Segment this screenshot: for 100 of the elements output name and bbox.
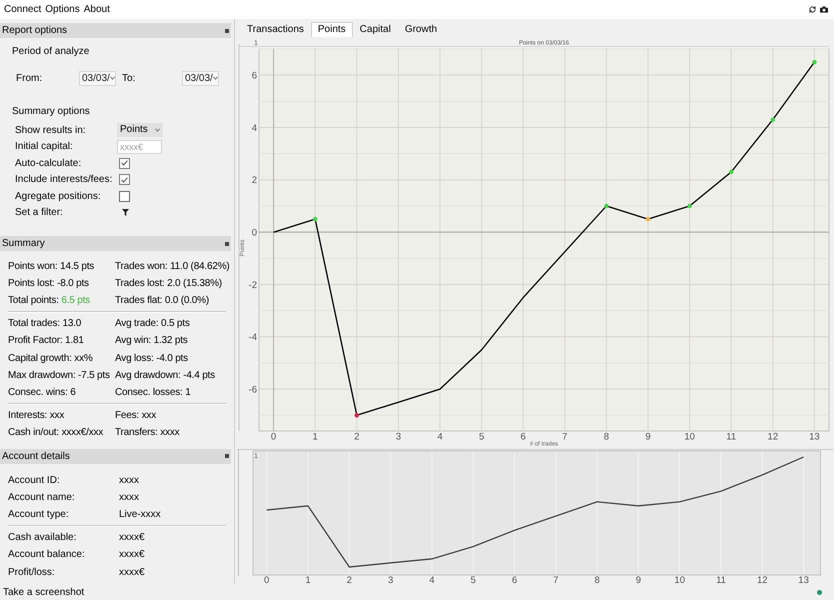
section-header[interactable]: Report options [0,23,231,38]
stat-text: Trades won: 11.0 (84.62%) [115,260,230,274]
stat-text: Consec. losses: 1 [115,386,191,400]
checkbox[interactable] [119,190,130,202]
camera-icon[interactable] [820,6,828,13]
x-tick-label: 12 [768,432,778,442]
x-tick-label: 10 [674,575,685,585]
y-tick-label: 2 [252,175,257,186]
option-label: Auto-calculate: [15,156,82,171]
stat-text: Avg win: 1.32 pts [115,334,188,348]
field-label: To: [122,72,136,86]
stat-text: Interests: xxx [8,408,64,423]
checkbox[interactable] [119,174,130,186]
x-tick-label: 0 [264,575,270,585]
menu-item[interactable]: Options [45,2,80,16]
section-title: Account details [2,450,70,464]
account-label: Account ID: [8,474,60,488]
option-label: Show results in: [15,124,86,138]
stat-text: Trades lost: 2.0 (15.38%) [115,277,222,292]
menu-item[interactable]: About [84,2,110,16]
caret-icon [110,76,115,80]
field-label: From: [16,72,42,86]
account-value: xxxx€ [119,530,145,545]
stat-text: Avg loss: -4.0 pts [115,352,188,366]
stat-text: Points lost: -8.0 pts [8,277,89,292]
stat-text: Profit Factor: 1.81 [8,334,84,348]
option-label: Initial capital: [15,140,73,154]
checkbox[interactable] [119,158,130,169]
x-tick-label: 2 [354,432,360,442]
checkmark-icon [121,176,128,183]
tab[interactable]: Growth [398,22,444,37]
tab[interactable]: Capital [352,22,398,37]
stat-text: Capital growth: xx% [8,352,93,366]
x-tick-label: 4 [437,432,443,442]
stat-text: Avg trade: 0.5 pts [115,316,190,331]
x-tick-label: 7 [562,432,568,442]
stat-text: Max drawdown: -7.5 pts [8,369,110,384]
x-tick-label: 0 [270,432,276,442]
account-label: Account type: [8,508,69,522]
x-tick-label: 8 [594,575,600,585]
date-field[interactable]: 03/03/ [182,70,219,86]
initial-capital-input[interactable]: xxxx€ [117,140,162,154]
checkmark-icon [121,160,128,166]
x-tick-label: 11 [726,432,736,442]
x-tick-label: 13 [809,432,820,442]
stat-text: Avg drawdown: -4.4 pts [115,369,215,384]
stat-text: Consec. wins: 6 [8,386,76,400]
x-tick-label: 13 [798,575,809,585]
option-label: Set a filter: [15,206,63,220]
tab[interactable]: Transactions [240,22,311,37]
date-field[interactable]: 03/03/ [79,70,116,86]
section-title: Summary [2,237,45,251]
account-value: xxxx [119,490,139,505]
section-header[interactable]: Account details [0,448,231,464]
y-tick-label: 6 [252,70,257,82]
account-value: xxxx [119,474,139,488]
caret-icon [212,76,218,80]
x-tick-label: 9 [636,575,642,585]
results-unit-dropdown[interactable]: Points [117,123,163,138]
stat-text: Fees: xxx [115,408,156,423]
status-message: Take a screenshot [3,586,84,600]
dock-icon[interactable] [225,454,229,458]
x-tick-label: 6 [512,575,518,585]
section-title: Report options [2,24,68,38]
dock-icon[interactable] [225,242,229,246]
x-tick-label: 8 [604,432,610,442]
y-tick-label: 4 [252,122,257,134]
account-label: Account name: [8,490,75,505]
account-label: Cash available: [8,530,76,545]
x-tick-label: 11 [716,575,726,585]
x-tick-label: 4 [429,575,435,585]
y-tick-label: 0 [252,228,257,239]
account-label: Profit/loss: [8,566,55,580]
filter-icon[interactable] [122,209,129,216]
group-heading: Summary options [12,104,90,118]
caret-icon [155,128,160,132]
account-value: xxxx€ [119,548,145,562]
stat-text: Total trades: 13.0 [8,316,82,331]
x-tick-label: 7 [553,575,558,585]
x-tick-label: 2 [346,575,352,585]
x-tick-label: 6 [520,432,526,442]
x-tick-label: 12 [757,575,768,585]
dock-icon[interactable] [225,28,229,32]
x-tick-label: 1 [305,575,311,585]
account-value: Live-xxxx [119,508,161,522]
menu-item[interactable]: Connect [4,2,42,16]
x-tick-label: 1 [312,432,318,442]
refresh-icon[interactable] [809,6,816,13]
group-heading: Period of analyze [12,44,90,58]
account-value: xxxx€ [119,566,145,580]
x-tick-label: 5 [478,432,484,442]
y-tick-label: -2 [248,280,257,291]
account-label: Account balance: [8,548,85,562]
stat-text: Cash in/out: xxxx€/xxx [8,426,104,440]
stat-text: Total points: 6.5 pts [8,294,90,308]
x-tick-label: 5 [470,575,476,585]
stat-text: Points won: 14.5 pts [8,260,94,274]
y-tick-label: -6 [248,384,257,396]
tab[interactable]: Points [310,22,353,37]
section-header[interactable]: Summary [0,236,231,251]
